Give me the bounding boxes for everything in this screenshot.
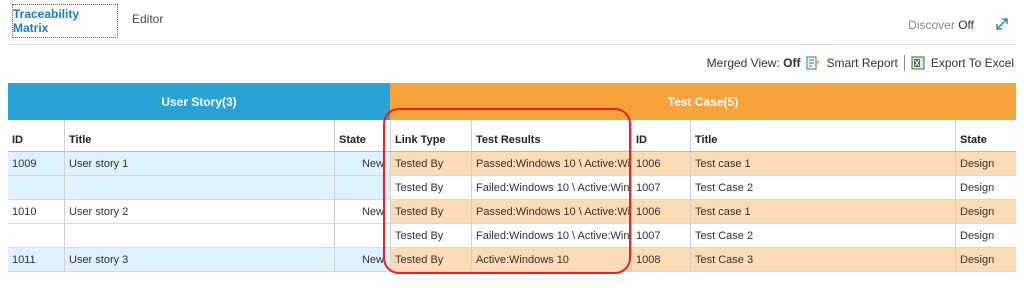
link-type-cell: Tested By <box>390 248 471 271</box>
tc-title-cell: Test Case 2 <box>690 224 955 247</box>
us-id-cell: 1011 <box>8 248 64 271</box>
us-id-cell: 1009 <box>8 152 64 175</box>
toolbar-separator <box>903 55 905 71</box>
link-type-cell: Tested By <box>390 200 471 223</box>
tc-state-cell: Design <box>955 176 1016 199</box>
tc-id-cell: 1006 <box>631 200 690 223</box>
test-results-cell: Failed:Windows 10 \ Active:Window... <box>471 224 631 247</box>
us-state-cell: New <box>334 248 390 271</box>
discover-label: Discover <box>908 18 955 32</box>
smart-report-icon <box>806 56 821 70</box>
expand-icon[interactable] <box>994 16 1010 32</box>
tc-title-cell: Test case 1 <box>690 152 955 175</box>
tc-title-cell: Test case 1 <box>690 200 955 223</box>
tc-id-cell: 1008 <box>631 248 690 271</box>
test-results-cell: Passed:Windows 10 \ Active:Windo... <box>471 152 631 175</box>
col-header-tc-title[interactable]: Title <box>690 120 955 151</box>
smart-report-button[interactable]: Smart Report <box>826 56 897 70</box>
us-id-cell <box>8 176 64 199</box>
link-type-cell: Tested By <box>390 176 471 199</box>
discover-value: Off <box>958 18 974 32</box>
us-title-cell <box>64 176 334 199</box>
tab-editor[interactable]: Editor <box>132 12 163 26</box>
traceability-grid: User Story(3) Test Case(5) ID Title Stat… <box>8 83 1016 272</box>
tc-state-cell: Design <box>955 224 1016 247</box>
tc-state-cell: Design <box>955 152 1016 175</box>
divider <box>8 44 1016 45</box>
us-id-cell <box>8 224 64 247</box>
tc-state-cell: Design <box>955 200 1016 223</box>
group-header-row: User Story(3) Test Case(5) <box>8 83 1016 120</box>
group-user-story: User Story(3) <box>8 83 390 120</box>
tab-traceability-matrix[interactable]: Traceability Matrix <box>12 4 118 38</box>
col-header-id[interactable]: ID <box>8 120 64 151</box>
table-row[interactable]: 1010 User story 2 New Tested By Passed:W… <box>8 200 1016 224</box>
col-header-tc-state[interactable]: State <box>955 120 1016 151</box>
test-results-cell: Active:Windows 10 <box>471 248 631 271</box>
col-header-test-results[interactable]: Test Results <box>471 120 631 151</box>
export-to-excel-button[interactable]: Export To Excel <box>931 56 1014 70</box>
tc-id-cell: 1007 <box>631 176 690 199</box>
tc-title-cell: Test Case 3 <box>690 248 955 271</box>
table-row[interactable]: 1009 User story 1 New Tested By Passed:W… <box>8 152 1016 176</box>
test-results-cell: Passed:Windows 10 \ Active:Windo... <box>471 200 631 223</box>
us-title-cell: User story 3 <box>64 248 334 271</box>
tc-state-cell: Design <box>955 248 1016 271</box>
merged-view-value: Off <box>783 56 801 70</box>
us-title-cell: User story 2 <box>64 200 334 223</box>
link-type-cell: Tested By <box>390 152 471 175</box>
us-state-cell <box>334 224 390 247</box>
column-header-row: ID Title State Link Type Test Results ID… <box>8 120 1016 152</box>
col-header-title[interactable]: Title <box>64 120 334 151</box>
group-test-case: Test Case(5) <box>390 83 1016 120</box>
table-row[interactable]: 1011 User story 3 New Tested By Active:W… <box>8 248 1016 272</box>
col-header-tc-id[interactable]: ID <box>631 120 690 151</box>
table-row[interactable]: Tested By Failed:Windows 10 \ Active:Win… <box>8 176 1016 200</box>
us-title-cell <box>64 224 334 247</box>
test-results-cell: Failed:Windows 10 \ Active:Window... <box>471 176 631 199</box>
tc-id-cell: 1006 <box>631 152 690 175</box>
tc-id-cell: 1007 <box>631 224 690 247</box>
excel-icon <box>911 56 925 70</box>
us-state-cell: New <box>334 200 390 223</box>
toolbar: Merged View: Off Smart Report Export To … <box>707 53 1014 73</box>
us-state-cell: New <box>334 152 390 175</box>
us-id-cell: 1010 <box>8 200 64 223</box>
col-header-state[interactable]: State <box>334 120 390 151</box>
discover-toggle[interactable]: Discover Off <box>908 18 974 32</box>
merged-view-label: Merged View: <box>706 56 780 70</box>
merged-view-toggle[interactable]: Merged View: Off <box>707 56 801 70</box>
us-state-cell <box>334 176 390 199</box>
link-type-cell: Tested By <box>390 224 471 247</box>
tab-bar: Traceability Matrix Editor Discover Off <box>0 0 1024 44</box>
col-header-link-type[interactable]: Link Type <box>390 120 471 151</box>
table-row[interactable]: Tested By Failed:Windows 10 \ Active:Win… <box>8 224 1016 248</box>
tc-title-cell: Test Case 2 <box>690 176 955 199</box>
us-title-cell: User story 1 <box>64 152 334 175</box>
